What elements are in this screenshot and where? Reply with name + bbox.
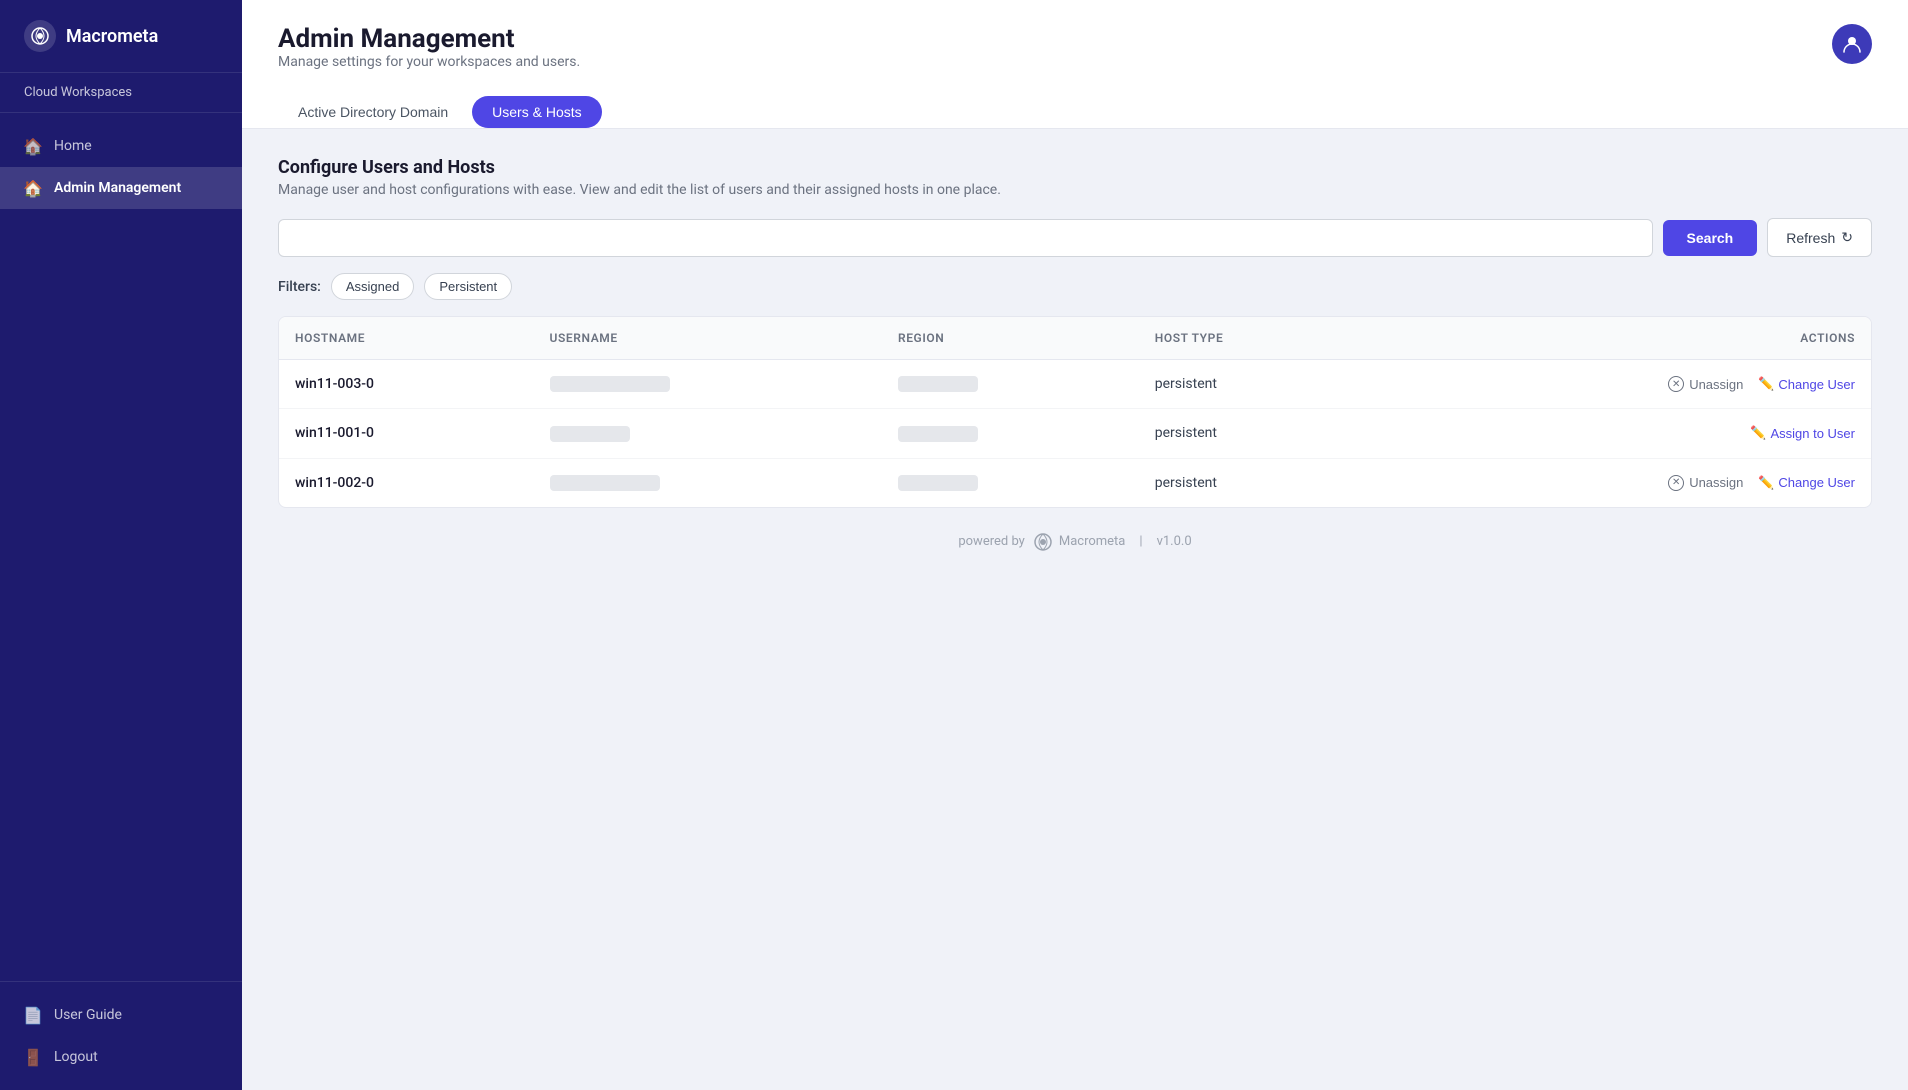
username-cell-2 (534, 409, 882, 458)
unassign-icon-3: ✕ (1668, 475, 1684, 491)
host-type-cell-3: persistent (1139, 458, 1370, 507)
refresh-button[interactable]: Refresh ↻ (1767, 218, 1872, 257)
page-subtitle: Manage settings for your workspaces and … (278, 54, 580, 70)
sidebar-item-admin-label: Admin Management (54, 180, 181, 196)
username-blurred-3 (550, 475, 660, 491)
sidebar-item-user-guide-label: User Guide (54, 1007, 122, 1023)
sidebar-item-logout[interactable]: 🚪 Logout (0, 1036, 242, 1078)
search-row: Search Refresh ↻ (278, 218, 1872, 257)
hostname-cell-3: win11-002-0 (279, 458, 534, 507)
tab-bar: Active Directory Domain Users & Hosts (278, 96, 1872, 128)
unassign-label-1: Unassign (1689, 377, 1743, 392)
macrometa-logo-icon (24, 20, 56, 52)
refresh-icon: ↻ (1841, 229, 1853, 246)
assign-user-button-2[interactable]: ✏️ Assign to User (1751, 426, 1855, 441)
filters-row: Filters: Assigned Persistent (278, 273, 1872, 300)
col-host-type: HOST TYPE (1139, 317, 1370, 360)
filter-assigned[interactable]: Assigned (331, 273, 414, 300)
hostname-cell-2: win11-001-0 (279, 409, 534, 458)
sidebar-item-home[interactable]: 🏠 Home (0, 125, 242, 167)
page-title: Admin Management (278, 24, 580, 54)
change-user-icon-3: ✏️ (1759, 476, 1773, 490)
filter-persistent[interactable]: Persistent (424, 273, 512, 300)
sidebar: Macrometa Cloud Workspaces 🏠 Home 🏠 Admi… (0, 0, 242, 1090)
sidebar-item-logout-label: Logout (54, 1049, 98, 1065)
change-user-button-1[interactable]: ✏️ Change User (1759, 377, 1855, 392)
sidebar-item-home-label: Home (54, 138, 92, 154)
footer-divider: | (1139, 534, 1142, 549)
actions-cell-1: ✕ Unassign ✏️ Change User (1369, 360, 1871, 409)
username-blurred-2 (550, 426, 630, 442)
search-button[interactable]: Search (1663, 220, 1758, 256)
home-icon: 🏠 (24, 137, 42, 155)
tab-users-hosts[interactable]: Users & Hosts (472, 96, 601, 128)
admin-icon: 🏠 (24, 179, 42, 197)
sidebar-nav: 🏠 Home 🏠 Admin Management (0, 113, 242, 981)
section-title: Configure Users and Hosts (278, 157, 1872, 178)
table-row: win11-002-0 persistent ✕ (279, 458, 1871, 507)
col-actions: ACTIONS (1369, 317, 1871, 360)
table-row: win11-003-0 persistent ✕ (279, 360, 1871, 409)
logo-text: Macrometa (66, 26, 158, 47)
actions-cell-2: ✏️ Assign to User (1369, 409, 1871, 458)
change-user-label-1: Change User (1778, 377, 1855, 392)
actions-cell-3: ✕ Unassign ✏️ Change User (1369, 458, 1871, 507)
search-input[interactable] (278, 219, 1653, 257)
sidebar-item-admin[interactable]: 🏠 Admin Management (0, 167, 242, 209)
username-blurred-1 (550, 376, 670, 392)
refresh-label: Refresh (1786, 230, 1835, 246)
cloud-workspaces-label[interactable]: Cloud Workspaces (0, 73, 242, 113)
col-hostname: HOSTNAME (279, 317, 534, 360)
sidebar-item-user-guide[interactable]: 📄 User Guide (0, 994, 242, 1036)
region-cell-3 (882, 458, 1139, 507)
footer-brand: Macrometa (1059, 534, 1126, 549)
change-user-label-3: Change User (1778, 475, 1855, 490)
main-area: Admin Management Manage settings for you… (242, 0, 1908, 1090)
host-type-cell-2: persistent (1139, 409, 1370, 458)
hostname-cell-1: win11-003-0 (279, 360, 534, 409)
footer: powered by Macrometa | v1.0.0 (278, 508, 1872, 576)
user-avatar[interactable] (1832, 24, 1872, 64)
change-user-icon-1: ✏️ (1759, 377, 1773, 391)
assign-user-icon-2: ✏️ (1751, 426, 1765, 440)
filters-label: Filters: (278, 279, 321, 295)
col-username: USERNAME (534, 317, 882, 360)
footer-logo: Macrometa (1033, 532, 1126, 552)
table-row: win11-001-0 persistent ✏️ (279, 409, 1871, 458)
main-header: Admin Management Manage settings for you… (242, 0, 1908, 129)
hosts-table: HOSTNAME USERNAME REGION HOST TYPE ACTIO… (278, 316, 1872, 508)
region-blurred-3 (898, 475, 978, 491)
col-region: REGION (882, 317, 1139, 360)
username-cell-1 (534, 360, 882, 409)
section-description: Manage user and host configurations with… (278, 182, 1872, 198)
change-user-button-3[interactable]: ✏️ Change User (1759, 475, 1855, 490)
region-blurred-2 (898, 426, 978, 442)
unassign-button-1[interactable]: ✕ Unassign (1668, 376, 1743, 392)
header-text-group: Admin Management Manage settings for you… (278, 24, 580, 90)
unassign-icon-1: ✕ (1668, 376, 1684, 392)
table-header-row: HOSTNAME USERNAME REGION HOST TYPE ACTIO… (279, 317, 1871, 360)
sidebar-logo: Macrometa (0, 0, 242, 73)
region-cell-1 (882, 360, 1139, 409)
tab-active-directory[interactable]: Active Directory Domain (278, 96, 468, 128)
assign-user-label-2: Assign to User (1770, 426, 1855, 441)
user-guide-icon: 📄 (24, 1006, 42, 1024)
logout-icon: 🚪 (24, 1048, 42, 1066)
sidebar-bottom: 📄 User Guide 🚪 Logout (0, 981, 242, 1090)
unassign-button-3[interactable]: ✕ Unassign (1668, 475, 1743, 491)
host-type-cell-1: persistent (1139, 360, 1370, 409)
footer-version: v1.0.0 (1157, 534, 1192, 549)
region-blurred-1 (898, 376, 978, 392)
username-cell-3 (534, 458, 882, 507)
unassign-label-3: Unassign (1689, 475, 1743, 490)
main-content: Configure Users and Hosts Manage user an… (242, 129, 1908, 1090)
powered-by-text: powered by (958, 534, 1025, 549)
search-input-wrap (278, 219, 1653, 257)
region-cell-2 (882, 409, 1139, 458)
